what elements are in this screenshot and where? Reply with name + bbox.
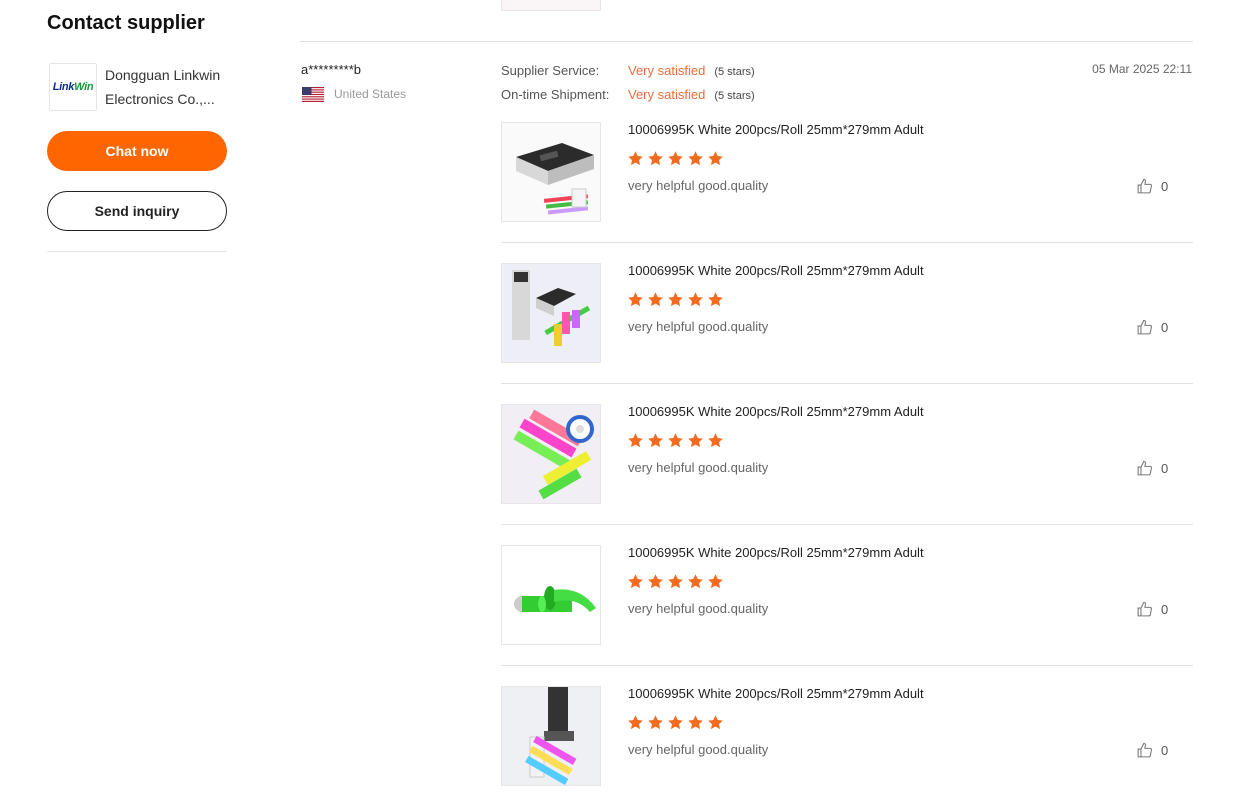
product-title[interactable]: 10006995K White 200pcs/Roll 25mm*279mm A… (628, 263, 924, 278)
star-icon (668, 574, 683, 589)
product-title[interactable]: 10006995K White 200pcs/Roll 25mm*279mm A… (628, 545, 924, 560)
star-icon (708, 715, 723, 730)
like-button[interactable]: 0 (1136, 742, 1168, 759)
review-item: 10006995K White 200pcs/Roll 25mm*279mm A… (501, 263, 1193, 404)
item-divider (501, 524, 1193, 525)
like-count: 0 (1161, 320, 1169, 335)
like-count: 0 (1161, 461, 1169, 476)
logo-text-link: Link (52, 81, 75, 93)
product-title[interactable]: 10006995K White 200pcs/Roll 25mm*279mm A… (628, 122, 924, 137)
supplier-service-rating: Supplier Service: Very satisfied (5 star… (501, 63, 755, 78)
review-item: 10006995K White 200pcs/Roll 25mm*279mm A… (501, 404, 1193, 545)
product-title[interactable]: 10006995K White 200pcs/Roll 25mm*279mm A… (628, 686, 924, 701)
country-label: United States (334, 87, 407, 101)
rating-stars-text: (5 stars) (714, 90, 755, 102)
sidebar-divider (47, 251, 227, 252)
star-icon (628, 292, 643, 307)
like-button[interactable]: 0 (1136, 601, 1168, 618)
review-item: 10006995K White 200pcs/Roll 25mm*279mm A… (501, 686, 1193, 806)
star-icon (628, 151, 643, 166)
thumbs-up-icon (1137, 460, 1152, 476)
us-flag-icon (302, 86, 324, 102)
star-icon (688, 433, 703, 448)
page: Contact supplier Link Win Dongguan Linkwi… (0, 0, 1237, 806)
product-thumbnail[interactable] (501, 545, 601, 645)
rating-label: Supplier Service: (501, 63, 600, 78)
like-count: 0 (1161, 179, 1169, 194)
star-icon (688, 151, 703, 166)
review-comment: very helpful good.quality (628, 178, 769, 193)
like-count: 0 (1161, 602, 1169, 617)
star-icon (648, 433, 663, 448)
like-button[interactable]: 0 (1136, 460, 1168, 477)
product-star-rating (627, 432, 724, 449)
star-icon (648, 574, 663, 589)
on-time-shipment-rating: On-time Shipment: Very satisfied (5 star… (501, 87, 755, 102)
supplier-logo[interactable]: Link Win (49, 63, 97, 111)
rating-value: Very satisfied (628, 63, 706, 78)
star-icon (648, 151, 663, 166)
star-icon (688, 715, 703, 730)
product-thumbnail[interactable] (501, 263, 601, 363)
product-thumbnail[interactable] (501, 686, 601, 786)
thumbs-up-icon (1137, 601, 1152, 617)
product-title[interactable]: 10006995K White 200pcs/Roll 25mm*279mm A… (628, 404, 924, 419)
review-comment: very helpful good.quality (628, 601, 769, 616)
star-icon (668, 715, 683, 730)
reviewer-name: a*********b (301, 62, 361, 77)
star-icon (708, 433, 723, 448)
review-item: 10006995K White 200pcs/Roll 25mm*279mm A… (501, 122, 1193, 263)
review-date: 05 Mar 2025 22:11 (1092, 62, 1192, 76)
item-divider (501, 383, 1193, 384)
product-star-rating (627, 573, 724, 590)
like-count: 0 (1161, 743, 1169, 758)
product-star-rating (627, 714, 724, 731)
star-icon (668, 433, 683, 448)
previous-review-thumbnail[interactable] (501, 0, 601, 11)
star-icon (668, 151, 683, 166)
product-thumbnail[interactable] (501, 122, 601, 222)
contact-supplier-title: Contact supplier (47, 12, 205, 34)
logo-text-win: Win (74, 81, 94, 93)
review-comment: very helpful good.quality (628, 460, 769, 475)
star-icon (628, 574, 643, 589)
supplier-name[interactable]: Dongguan Linkwin Electronics Co.,... (105, 63, 229, 111)
review-item: 10006995K White 200pcs/Roll 25mm*279mm A… (501, 545, 1193, 686)
review-divider (300, 41, 1193, 42)
star-icon (648, 715, 663, 730)
star-icon (648, 292, 663, 307)
star-icon (628, 433, 643, 448)
chat-now-button[interactable]: Chat now (47, 131, 227, 171)
star-icon (708, 292, 723, 307)
product-thumbnail[interactable] (501, 404, 601, 504)
thumbs-up-icon (1137, 742, 1152, 758)
star-icon (688, 574, 703, 589)
item-divider (501, 242, 1193, 243)
thumbs-up-icon (1137, 178, 1152, 194)
star-icon (708, 574, 723, 589)
item-divider (501, 665, 1193, 666)
send-inquiry-button[interactable]: Send inquiry (47, 191, 227, 231)
thumbs-up-icon (1137, 319, 1152, 335)
rating-stars-text: (5 stars) (714, 66, 755, 78)
rating-label: On-time Shipment: (501, 87, 610, 102)
star-icon (628, 715, 643, 730)
product-star-rating (627, 291, 724, 308)
product-star-rating (627, 150, 724, 167)
star-icon (708, 151, 723, 166)
supplier-card[interactable]: Link Win Dongguan Linkwin Electronics Co.… (49, 63, 227, 111)
like-button[interactable]: 0 (1136, 319, 1168, 336)
review-comment: very helpful good.quality (628, 742, 769, 757)
star-icon (688, 292, 703, 307)
review-comment: very helpful good.quality (628, 319, 769, 334)
rating-value: Very satisfied (628, 87, 706, 102)
star-icon (668, 292, 683, 307)
like-button[interactable]: 0 (1136, 178, 1168, 195)
reviewer-country: United States (302, 86, 406, 102)
